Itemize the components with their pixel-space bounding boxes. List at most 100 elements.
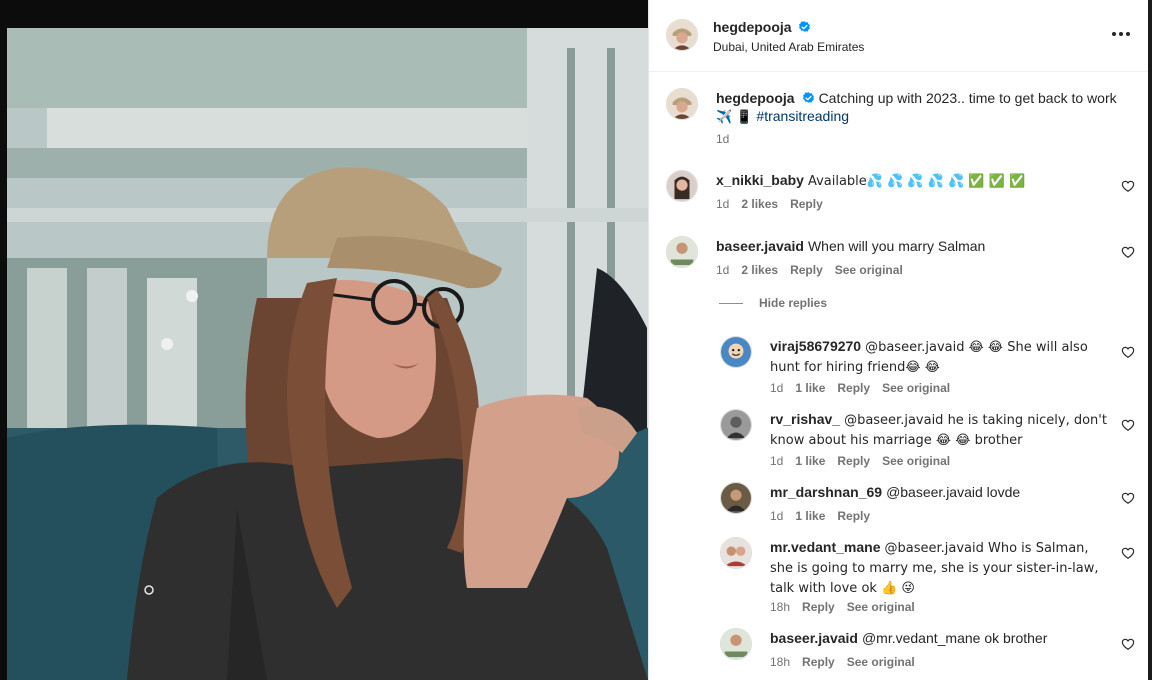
caption-avatar[interactable] bbox=[666, 88, 698, 120]
see-original-button[interactable]: See original bbox=[847, 600, 915, 614]
verified-badge-icon bbox=[802, 92, 814, 103]
see-original-button[interactable]: See original bbox=[835, 263, 903, 277]
reply-username[interactable]: viraj58679270 bbox=[770, 338, 861, 354]
reply-time[interactable]: 18h bbox=[770, 600, 790, 614]
avatar-image bbox=[721, 483, 751, 513]
avatar-image bbox=[667, 89, 697, 119]
more-options-icon-dot bbox=[1126, 32, 1130, 36]
caption-text: Catching up with 2023.. time to get back… bbox=[818, 90, 1117, 106]
comment-likes[interactable]: 2 likes bbox=[741, 197, 778, 211]
avatar-image bbox=[721, 538, 751, 568]
avatar-image bbox=[667, 171, 697, 201]
comment-meta: 1d 2 likes Reply bbox=[716, 197, 835, 211]
reply-text-block: viraj58679270 @baseer.javaid 😂 😂 She will… bbox=[770, 337, 1110, 377]
avatar-image bbox=[667, 20, 697, 50]
reply-username[interactable]: mr_darshnan_69 bbox=[770, 484, 882, 500]
replier-avatar[interactable] bbox=[720, 409, 752, 441]
post-photo[interactable] bbox=[7, 28, 648, 680]
reply-text-block: baseer.javaid @mr.vedant_mane ok brother bbox=[770, 629, 1110, 647]
reply-likes[interactable]: 1 like bbox=[795, 381, 825, 395]
reply-meta: 1d 1 like Reply bbox=[770, 509, 882, 523]
caption-username[interactable]: hegdepooja bbox=[716, 90, 795, 106]
reply-text: @mr.vedant_mane ok brother bbox=[861, 630, 1048, 646]
reply-meta: 18h Reply See original bbox=[770, 655, 927, 669]
comment-text: When will you marry Salman bbox=[807, 238, 986, 254]
caption-hashtag[interactable]: #transitreading bbox=[756, 108, 849, 124]
like-reply-button[interactable] bbox=[1121, 418, 1135, 432]
like-reply-button[interactable] bbox=[1121, 546, 1135, 560]
avatar-image bbox=[721, 337, 751, 367]
hide-replies-line bbox=[719, 302, 743, 304]
reply-time[interactable]: 1d bbox=[770, 454, 783, 468]
reply-likes[interactable]: 1 like bbox=[795, 454, 825, 468]
reply-button[interactable]: Reply bbox=[802, 655, 835, 669]
commenter-avatar[interactable] bbox=[666, 236, 698, 268]
reply-username[interactable]: mr.vedant_mane bbox=[770, 539, 881, 555]
more-options-icon bbox=[1112, 32, 1116, 36]
see-original-button[interactable]: See original bbox=[882, 381, 950, 395]
photo-illustration bbox=[7, 28, 648, 680]
reply-username[interactable]: rv_rishav_ bbox=[770, 411, 840, 427]
comment-text-block: baseer.javaid When will you marry Salman bbox=[716, 237, 1116, 255]
reply-text: @baseer.javaid lovde bbox=[886, 484, 1021, 500]
reply-button[interactable]: Reply bbox=[837, 454, 870, 468]
replier-avatar[interactable] bbox=[720, 628, 752, 660]
comment-likes[interactable]: 2 likes bbox=[741, 263, 778, 277]
reply-likes[interactable]: 1 like bbox=[795, 509, 825, 523]
replier-avatar[interactable] bbox=[720, 336, 752, 368]
commenter-avatar[interactable] bbox=[666, 170, 698, 202]
comment-text-block: x_nikki_baby Available💦 💦 💦 💦 💦 ✅ ✅ ✅ bbox=[716, 171, 1116, 191]
author-username[interactable]: hegdepooja bbox=[713, 19, 811, 35]
reply-meta: 18h Reply See original bbox=[770, 600, 927, 614]
caption-meta: 1d bbox=[716, 132, 741, 146]
heart-icon bbox=[1121, 419, 1135, 431]
heart-icon bbox=[1121, 180, 1135, 192]
reply-button[interactable]: Reply bbox=[837, 509, 870, 523]
caption-emojis: ✈️ 📱 bbox=[716, 110, 753, 125]
like-reply-button[interactable] bbox=[1121, 345, 1135, 359]
comment-username[interactable]: baseer.javaid bbox=[716, 238, 804, 254]
reply-time[interactable]: 1d bbox=[770, 381, 783, 395]
caption-time[interactable]: 1d bbox=[716, 132, 729, 146]
avatar-image bbox=[721, 410, 751, 440]
reply-button[interactable]: Reply bbox=[802, 600, 835, 614]
comment-time[interactable]: 1d bbox=[716, 197, 729, 211]
comments-panel: hegdepooja Dubai, United Arab Emirates h… bbox=[648, 0, 1148, 680]
reply-text-block: rv_rishav_ @baseer.javaid he is taking ni… bbox=[770, 410, 1110, 450]
verified-badge-icon bbox=[799, 21, 811, 32]
post-photo-frame bbox=[0, 0, 648, 680]
reply-button[interactable]: Reply bbox=[790, 263, 823, 277]
like-comment-button[interactable] bbox=[1121, 245, 1135, 259]
comment-time[interactable]: 1d bbox=[716, 263, 729, 277]
post-location[interactable]: Dubai, United Arab Emirates bbox=[713, 40, 864, 54]
reply-button[interactable]: Reply bbox=[790, 197, 823, 211]
more-options-icon-dot bbox=[1119, 32, 1123, 36]
reply-time[interactable]: 18h bbox=[770, 655, 790, 669]
author-username-text[interactable]: hegdepooja bbox=[713, 19, 792, 35]
reply-username[interactable]: baseer.javaid bbox=[770, 630, 858, 646]
hide-replies-label[interactable]: Hide replies bbox=[759, 296, 827, 310]
comment-text: Available💦 💦 💦 💦 💦 ✅ ✅ ✅ bbox=[807, 174, 1026, 189]
see-original-button[interactable]: See original bbox=[847, 655, 915, 669]
replier-avatar[interactable] bbox=[720, 482, 752, 514]
comment-username[interactable]: x_nikki_baby bbox=[716, 172, 804, 188]
replier-avatar[interactable] bbox=[720, 537, 752, 569]
hide-replies-button[interactable]: Hide replies bbox=[719, 296, 827, 310]
avatar-image bbox=[667, 237, 697, 267]
like-reply-button[interactable] bbox=[1121, 491, 1135, 505]
window-edge bbox=[1148, 0, 1152, 680]
author-avatar[interactable] bbox=[666, 19, 698, 51]
like-comment-button[interactable] bbox=[1121, 179, 1135, 193]
see-original-button[interactable]: See original bbox=[882, 454, 950, 468]
reply-meta: 1d 1 like Reply See original bbox=[770, 454, 962, 468]
heart-icon bbox=[1121, 346, 1135, 358]
heart-icon bbox=[1121, 492, 1135, 504]
reply-time[interactable]: 1d bbox=[770, 509, 783, 523]
reply-button[interactable]: Reply bbox=[837, 381, 870, 395]
more-options-button[interactable] bbox=[1109, 22, 1133, 46]
heart-icon bbox=[1121, 638, 1135, 650]
avatar-image bbox=[721, 629, 751, 659]
reply-text-block: mr_darshnan_69 @baseer.javaid lovde bbox=[770, 483, 1110, 501]
like-reply-button[interactable] bbox=[1121, 637, 1135, 651]
reply-text-block: mr.vedant_mane @baseer.javaid Who is Salm… bbox=[770, 538, 1110, 598]
